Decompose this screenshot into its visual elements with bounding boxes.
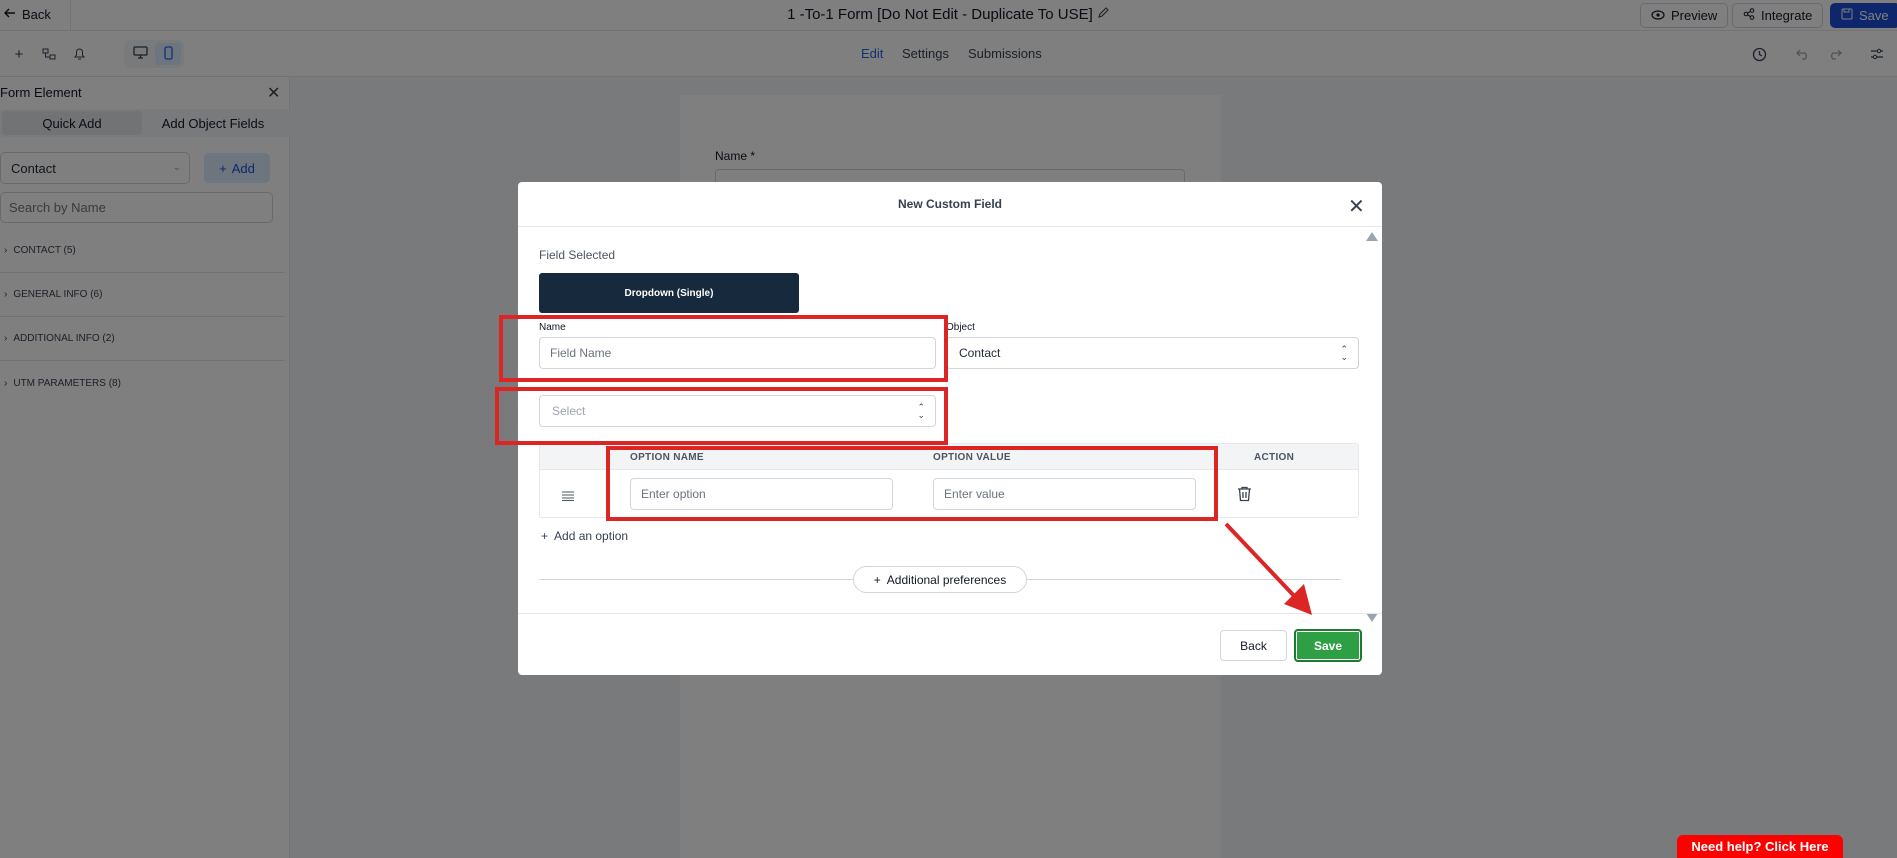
back-button[interactable]: Back [1220,630,1287,661]
modal-scrollbar[interactable] [1364,232,1378,622]
plus-icon: + [873,572,881,587]
divider [518,226,1382,227]
trash-icon[interactable] [1237,486,1252,505]
object-select[interactable]: Contact ⌃ ⌄ [946,337,1359,369]
arrow-annotation-icon [1224,522,1312,615]
object-label: Object [946,322,975,333]
additional-preferences-button[interactable]: + Additional preferences [853,566,1027,593]
highlight-name-field [499,315,948,382]
save-button[interactable]: Save [1294,629,1362,662]
highlight-group-select [495,387,948,445]
modal-title: New Custom Field [897,197,1002,211]
field-selected-label: Field Selected [539,248,616,262]
close-icon[interactable]: ✕ [1348,194,1365,219]
plus-icon: + [541,529,549,543]
scroll-up-icon[interactable] [1366,232,1378,241]
scroll-down-icon[interactable] [1366,613,1378,622]
field-type-chip[interactable]: Dropdown (Single) [539,273,799,313]
help-button[interactable]: Need help? Click Here [1677,835,1843,858]
chevron-updown-icon: ⌃ ⌄ [1340,344,1348,362]
highlight-options-row [606,446,1218,521]
drag-handle-icon[interactable] [561,488,575,504]
add-option-button[interactable]: + Add an option [541,529,628,543]
header-action: ACTION [1254,452,1295,463]
